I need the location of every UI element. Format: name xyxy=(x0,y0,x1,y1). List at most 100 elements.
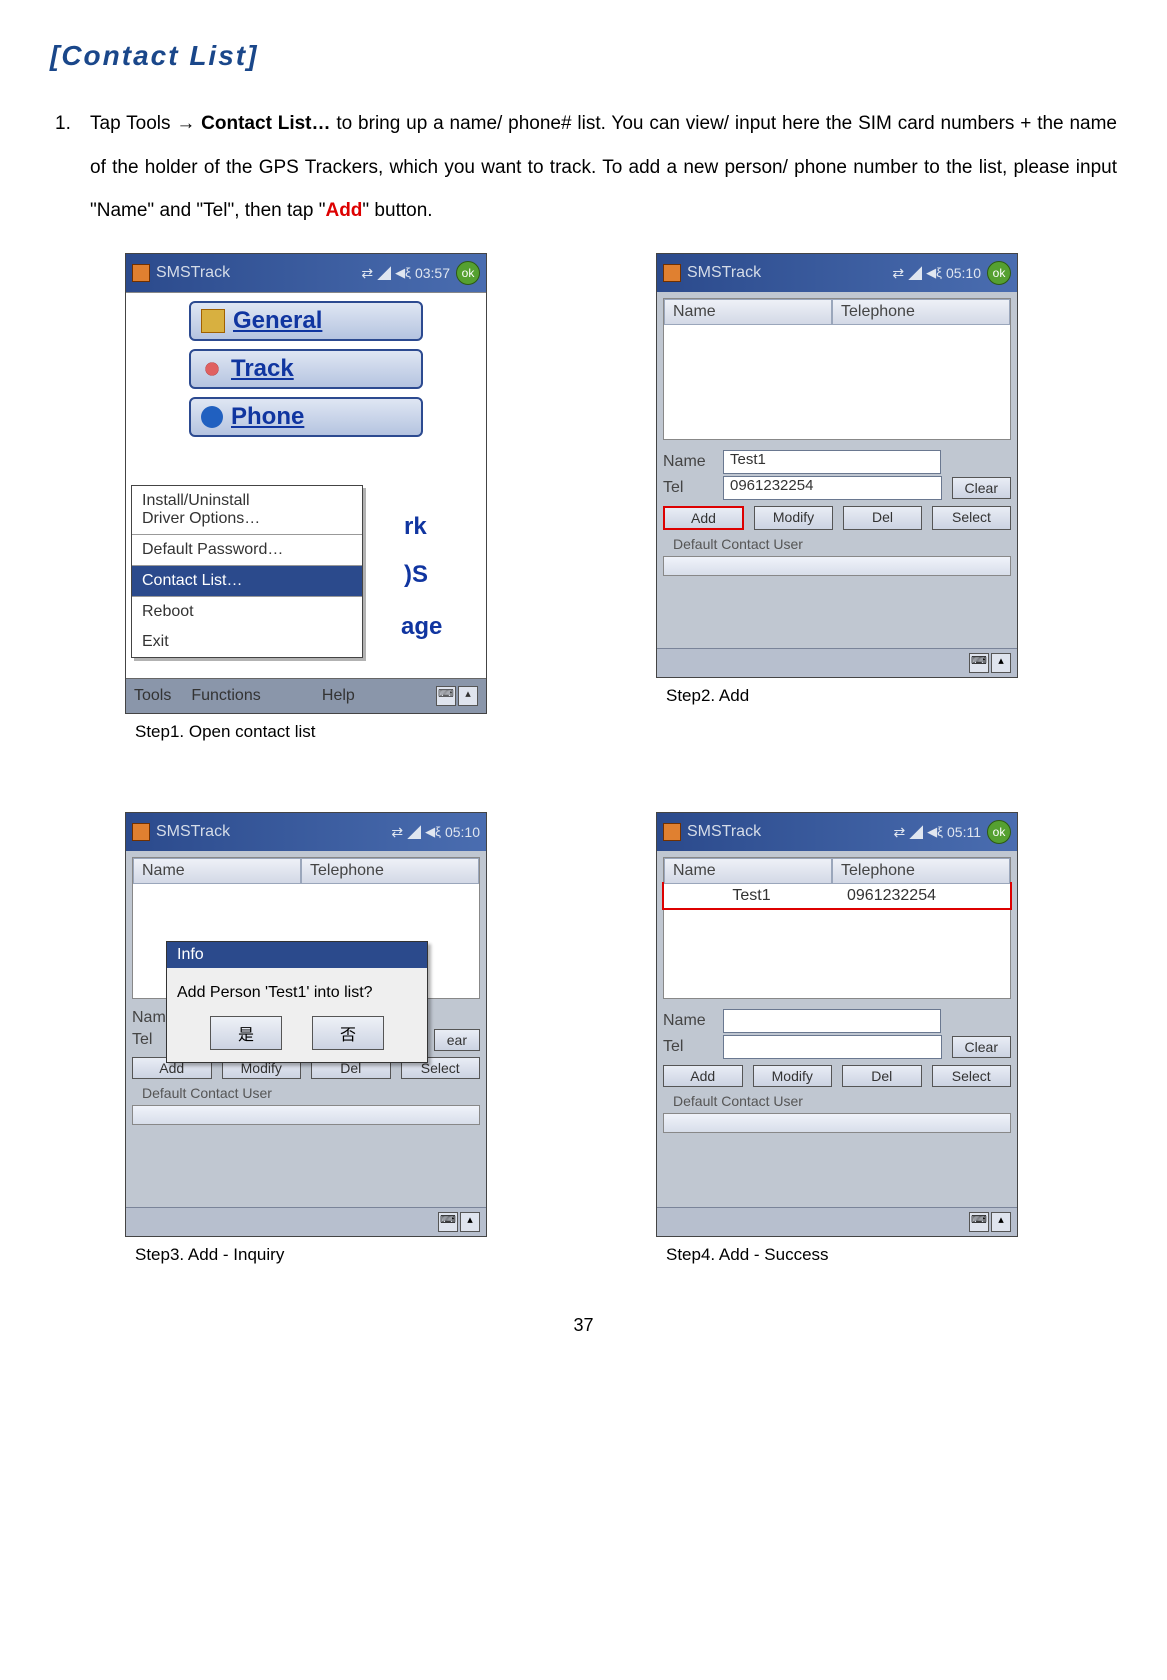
select-button[interactable]: Select xyxy=(932,506,1011,530)
app-title: SMSTrack xyxy=(156,823,385,841)
th-tel[interactable]: Telephone xyxy=(832,858,1010,884)
fragment-age: age xyxy=(401,613,442,641)
name-input[interactable] xyxy=(723,1009,941,1033)
page-number: 37 xyxy=(50,1315,1117,1336)
ok-button[interactable]: ok xyxy=(987,261,1011,285)
th-name[interactable]: Name xyxy=(664,858,832,884)
instruction-text: Tap Tools → Contact List… to bring up a … xyxy=(90,102,1117,233)
status-time: 05:10 xyxy=(946,265,981,281)
step4-cell: SMSTrack ⇄ ◀ξ 05:11 ok Name Telephone Te… xyxy=(656,812,1097,1265)
up-icon[interactable]: ▴ xyxy=(991,1212,1011,1232)
signal-icon xyxy=(377,266,391,280)
list-number: 1. xyxy=(50,102,90,146)
contact-table: Name Telephone Test1 0961232254 xyxy=(663,857,1011,999)
app-title: SMSTrack xyxy=(687,264,886,282)
bb-tools[interactable]: Tools xyxy=(134,687,171,705)
conn-icon: ⇄ xyxy=(892,265,904,282)
status-time: 03:57 xyxy=(415,265,450,281)
select-button[interactable]: Select xyxy=(932,1065,1012,1087)
menu-default-password[interactable]: Default Password… xyxy=(132,535,362,566)
track-button[interactable]: Track xyxy=(189,349,423,389)
bb-functions[interactable]: Functions xyxy=(191,687,260,705)
general-button[interactable]: General xyxy=(189,301,423,341)
modify-button[interactable]: Modify xyxy=(754,506,833,530)
track-label: Track xyxy=(231,355,294,383)
th-tel[interactable]: Telephone xyxy=(832,299,1010,325)
status-icons: ⇄ ◀ξ 05:10 xyxy=(391,824,480,841)
ok-button[interactable]: ok xyxy=(987,820,1011,844)
speaker-icon: ◀ξ xyxy=(425,824,441,840)
tools-menu: Install/Uninstall Driver Options… Defaul… xyxy=(131,485,363,658)
form-name-row: Name Test1 xyxy=(663,450,1011,474)
arrow-icon: → xyxy=(176,113,195,134)
status-time: 05:11 xyxy=(947,824,981,840)
default-user-label: Default Contact User xyxy=(673,1093,1011,1109)
speaker-icon: ◀ξ xyxy=(927,824,943,840)
th-name[interactable]: Name xyxy=(664,299,832,325)
modal-yes-button[interactable]: 是 xyxy=(210,1016,282,1050)
clear-button[interactable]: Clear xyxy=(952,1036,1011,1058)
instr-pre: Tap Tools xyxy=(90,113,176,134)
name-input[interactable]: Test1 xyxy=(723,450,941,474)
modal-no-button[interactable]: 否 xyxy=(312,1016,384,1050)
phone-button[interactable]: Phone xyxy=(189,397,423,437)
bb-help[interactable]: Help xyxy=(322,687,355,705)
ok-button[interactable]: ok xyxy=(456,261,480,285)
app-icon xyxy=(132,264,150,282)
status-time: 05:10 xyxy=(445,824,480,840)
speaker-icon: ◀ξ xyxy=(395,265,411,281)
step3-body: Name Telephone Name Tel ear Add Modify D… xyxy=(126,851,486,1236)
step3-pda: SMSTrack ⇄ ◀ξ 05:10 Name Telephone Name xyxy=(125,812,487,1237)
menu-install[interactable]: Install/Uninstall Driver Options… xyxy=(132,486,362,535)
keyboard-icon[interactable]: ⌨ xyxy=(969,1212,989,1232)
up-icon[interactable]: ▴ xyxy=(460,1212,480,1232)
menu-exit[interactable]: Exit xyxy=(132,627,362,657)
app-icon xyxy=(132,823,150,841)
add-button[interactable]: Add xyxy=(663,1065,743,1087)
keyboard-icon[interactable]: ⌨ xyxy=(969,653,989,673)
screenshots-grid: SMSTrack ⇄ ◀ξ 03:57 ok General Track xyxy=(50,253,1117,1265)
step1-body: General Track Phone rk )S age Install/Un… xyxy=(126,292,486,678)
th-tel[interactable]: Telephone xyxy=(301,858,479,884)
signal-icon xyxy=(407,825,421,839)
th-name[interactable]: Name xyxy=(133,858,301,884)
general-icon xyxy=(201,309,225,333)
bottombar2: ⌨ ▴ xyxy=(126,1207,486,1236)
table-header: Name Telephone xyxy=(664,299,1010,325)
tel-input[interactable] xyxy=(723,1035,942,1059)
titlebar: SMSTrack ⇄ ◀ξ 05:10 ok xyxy=(657,254,1017,292)
modal-msg: Add Person 'Test1' into list? xyxy=(177,984,417,1002)
table-row[interactable]: Test1 0961232254 xyxy=(662,882,1012,910)
up-icon[interactable]: ▴ xyxy=(991,653,1011,673)
progress-bar xyxy=(132,1105,480,1125)
up-icon[interactable]: ▴ xyxy=(458,686,478,706)
del-button[interactable]: Del xyxy=(843,506,922,530)
phone-icon xyxy=(201,406,223,428)
clear-button-fragment[interactable]: ear xyxy=(434,1029,480,1051)
progress-bar xyxy=(663,556,1011,576)
table-header: Name Telephone xyxy=(133,858,479,884)
step1-cell: SMSTrack ⇄ ◀ξ 03:57 ok General Track xyxy=(125,253,566,742)
menu-contact-list[interactable]: Contact List… xyxy=(132,566,362,597)
tel-label: Tel xyxy=(663,479,713,497)
general-label: General xyxy=(233,307,322,335)
clear-button[interactable]: Clear xyxy=(952,477,1011,499)
row-tel: 0961232254 xyxy=(839,886,1010,906)
page-title: [Contact List] xyxy=(50,40,1117,72)
add-button[interactable]: Add xyxy=(663,506,744,530)
name-label: Name xyxy=(663,453,713,471)
contact-table: Name Telephone xyxy=(663,298,1011,440)
step3-cell: SMSTrack ⇄ ◀ξ 05:10 Name Telephone Name xyxy=(125,812,566,1265)
fragment-ds: )S xyxy=(404,561,428,589)
instruction-block: 1. Tap Tools → Contact List… to bring up… xyxy=(50,102,1117,233)
del-button[interactable]: Del xyxy=(842,1065,922,1087)
default-user-label: Default Contact User xyxy=(142,1085,480,1101)
action-row: Add Modify Del Select xyxy=(663,1065,1011,1087)
tel-input[interactable]: 0961232254 xyxy=(723,476,942,500)
keyboard-icon[interactable]: ⌨ xyxy=(438,1212,458,1232)
titlebar: SMSTrack ⇄ ◀ξ 03:57 ok xyxy=(126,254,486,292)
modify-button[interactable]: Modify xyxy=(753,1065,833,1087)
keyboard-icon[interactable]: ⌨ xyxy=(436,686,456,706)
menu-reboot[interactable]: Reboot xyxy=(132,597,362,627)
step3-caption: Step3. Add - Inquiry xyxy=(125,1245,566,1265)
